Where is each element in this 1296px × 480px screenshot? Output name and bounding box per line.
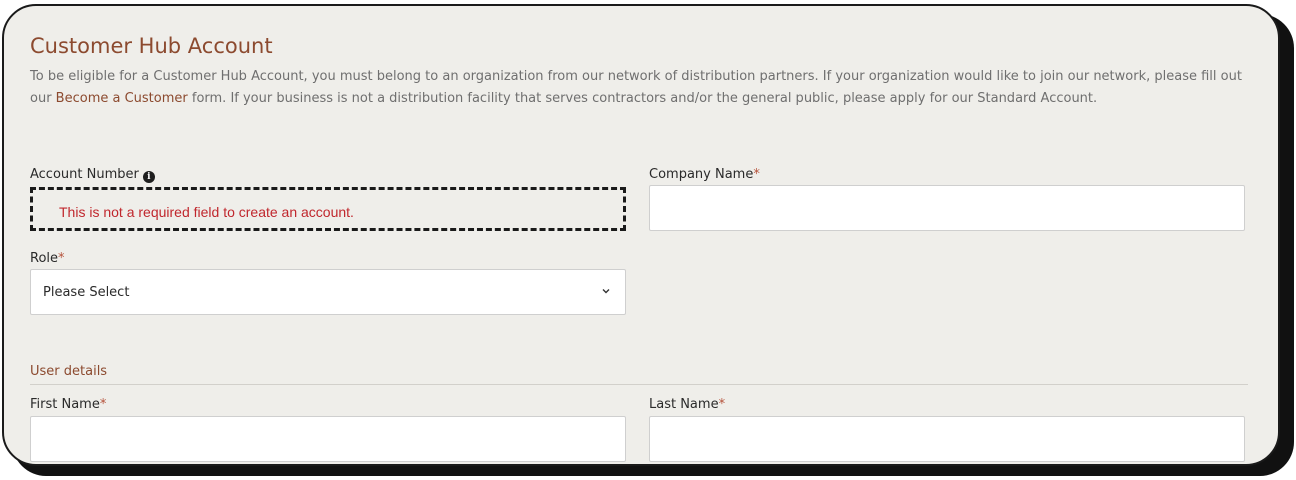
become-customer-link[interactable]: Become a Customer (56, 91, 188, 106)
account-number-note: This is not a required field to create a… (59, 204, 354, 220)
required-mark: * (718, 397, 726, 412)
company-name-input[interactable] (649, 185, 1245, 231)
intro-text: To be eligible for a Customer Hub Accoun… (30, 66, 1256, 110)
chevron-down-icon (602, 289, 610, 294)
form-card: Customer Hub Account To be eligible for … (2, 4, 1280, 466)
info-icon[interactable]: i (142, 171, 155, 183)
last-name-label-text: Last Name (649, 397, 719, 412)
required-mark: * (99, 397, 107, 412)
account-number-callout: This is not a required field to create a… (30, 187, 626, 231)
role-select-value: Please Select (43, 285, 130, 300)
section-title-user-details: User details (30, 364, 108, 379)
required-mark: * (753, 167, 760, 182)
page-title: Customer Hub Account (30, 34, 273, 58)
account-number-label-text: Account Number (30, 167, 139, 182)
section-divider (30, 384, 1248, 385)
intro-text-end: form. If your business is not a distribu… (187, 91, 1098, 106)
required-mark: * (58, 251, 65, 266)
role-label-text: Role (30, 251, 59, 266)
first-name-label: First Name* (30, 397, 106, 412)
account-number-label: Account Number i (30, 167, 155, 183)
last-name-label: Last Name* (649, 397, 725, 412)
last-name-input[interactable] (649, 416, 1245, 462)
first-name-input[interactable] (30, 416, 626, 462)
first-name-label-text: First Name (30, 397, 100, 412)
company-name-label: Company Name* (649, 167, 760, 182)
role-select[interactable]: Please Select (30, 269, 626, 315)
role-label: Role* (30, 251, 65, 266)
company-name-label-text: Company Name (649, 167, 754, 182)
